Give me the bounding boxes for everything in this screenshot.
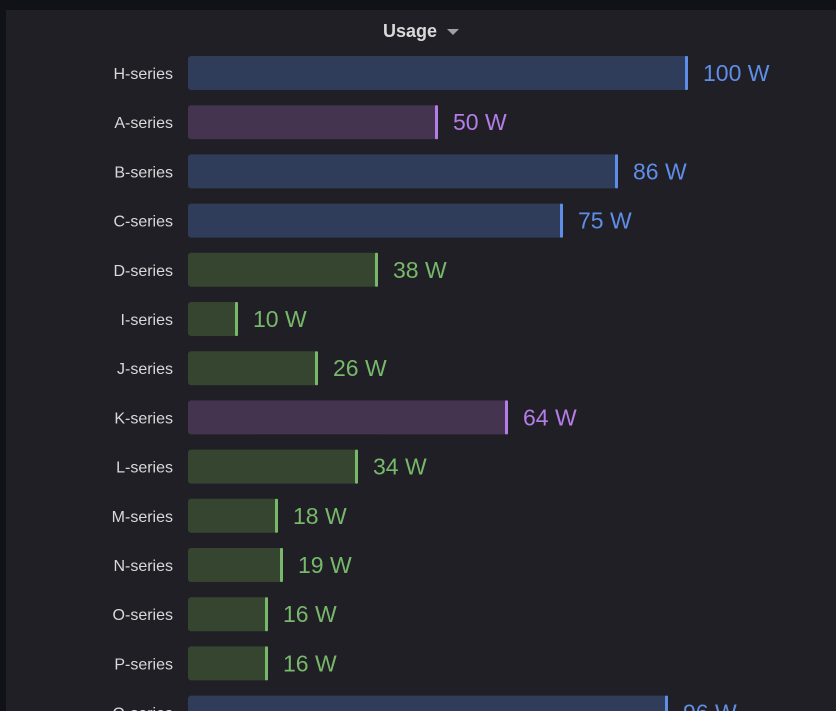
bar-row: Q-series 96 W xyxy=(113,695,737,711)
bar-row: C-series 75 W xyxy=(113,203,632,238)
bar-end-cap xyxy=(615,154,618,189)
bar-row: D-series 38 W xyxy=(113,252,447,287)
bar xyxy=(188,203,563,238)
bar xyxy=(188,252,378,287)
value-label: 10 W xyxy=(253,306,307,332)
value-label: 86 W xyxy=(633,158,687,184)
bar xyxy=(188,498,278,533)
bar-row: A-series 50 W xyxy=(114,105,507,140)
category-label: N-series xyxy=(113,558,173,575)
bar xyxy=(188,154,618,189)
bar-row: H-series 100 W xyxy=(113,56,770,90)
category-label: O-series xyxy=(113,607,173,624)
value-label: 96 W xyxy=(683,700,737,711)
bar-end-cap xyxy=(280,548,283,582)
category-label: A-series xyxy=(114,115,173,132)
value-label: 64 W xyxy=(523,404,577,430)
bar-end-cap xyxy=(265,597,268,632)
bar xyxy=(188,695,668,711)
bar xyxy=(188,351,318,386)
bar-row: P-series 16 W xyxy=(114,646,337,681)
value-label: 19 W xyxy=(298,552,352,578)
bar-end-cap xyxy=(235,302,238,336)
bar-row: L-series 34 W xyxy=(116,449,427,484)
bar xyxy=(188,597,268,632)
category-label: I-series xyxy=(121,312,173,329)
bar-row: N-series 19 W xyxy=(113,548,352,582)
category-label: D-series xyxy=(113,263,173,280)
value-label: 100 W xyxy=(703,60,770,86)
bar-end-cap xyxy=(560,203,563,238)
bar-end-cap xyxy=(665,695,668,711)
bar xyxy=(188,449,358,484)
bar-row: K-series 64 W xyxy=(114,400,577,435)
category-label: P-series xyxy=(114,656,173,673)
category-label: L-series xyxy=(116,460,173,477)
bar xyxy=(188,646,268,681)
bar xyxy=(188,400,508,435)
category-label: J-series xyxy=(117,361,173,378)
value-label: 75 W xyxy=(578,208,632,234)
value-label: 26 W xyxy=(333,355,387,381)
bar xyxy=(188,302,238,336)
bar-end-cap xyxy=(265,646,268,681)
bar-chart: H-series 100 WA-series 50 WB-series 86 WC-s… xyxy=(112,56,770,711)
category-label: M-series xyxy=(112,509,173,526)
bar-end-cap xyxy=(315,351,318,386)
value-label: 34 W xyxy=(373,454,427,480)
value-label: 18 W xyxy=(293,503,347,529)
category-label: C-series xyxy=(113,214,173,231)
bar-row: M-series 18 W xyxy=(112,498,347,533)
category-label: Q-series xyxy=(113,706,173,711)
category-label: K-series xyxy=(114,410,173,427)
value-label: 16 W xyxy=(283,601,337,627)
bar-row: I-series 10 W xyxy=(121,302,307,336)
category-label: B-series xyxy=(114,164,173,181)
bar-end-cap xyxy=(685,56,688,90)
value-label: 38 W xyxy=(393,257,447,283)
bar xyxy=(188,56,688,90)
value-label: 16 W xyxy=(283,650,337,676)
bar-end-cap xyxy=(275,498,278,533)
bar-end-cap xyxy=(435,105,438,140)
bar-row: J-series 26 W xyxy=(117,351,387,386)
value-label: 50 W xyxy=(453,109,507,135)
bar-end-cap xyxy=(375,252,378,287)
bar-end-cap xyxy=(355,449,358,484)
bar-row: B-series 86 W xyxy=(114,154,687,189)
category-label: H-series xyxy=(113,66,173,83)
bar-end-cap xyxy=(505,400,508,435)
bar-row: O-series 16 W xyxy=(113,597,337,632)
chart-panel: Usage H-series 100 W A-series 50 W B-series 8… xyxy=(6,10,836,711)
bar xyxy=(188,548,283,582)
bar xyxy=(188,105,438,140)
